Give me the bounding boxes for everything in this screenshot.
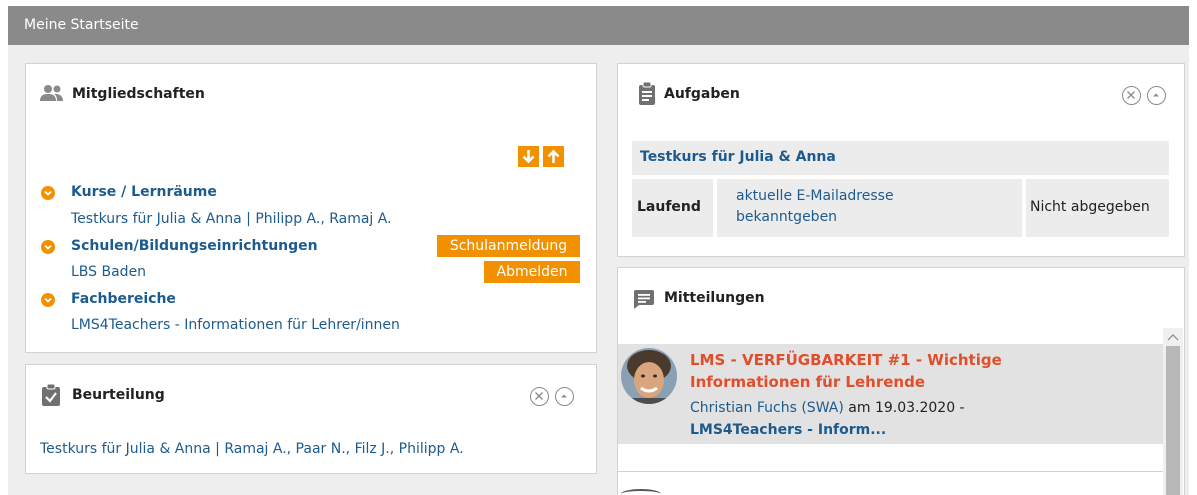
department-link[interactable]: LMS4Teachers - Informationen für Lehrer/… (71, 317, 400, 333)
message-item[interactable]: LMS - VERFÜGBARKEIT #1 - Wichtige Inform… (618, 344, 1163, 444)
task-course-link[interactable]: Testkurs für Julia & Anna (640, 149, 836, 165)
unsubscribe-button[interactable]: Abmelden (484, 261, 580, 283)
tasks-panel: Aufgaben Testkurs für Julia & Anna Laufe… (617, 63, 1185, 257)
scrollbar[interactable] (1163, 328, 1183, 495)
clipboard-list-icon (639, 82, 655, 105)
collapse-icon[interactable] (555, 387, 574, 406)
memberships-panel: Mitgliedschaften Kurse / Lernräume Testk… (25, 63, 597, 353)
arrow-up-icon (547, 149, 560, 163)
scrollbar-thumb[interactable] (1166, 346, 1180, 495)
close-icon[interactable] (530, 387, 549, 406)
divider (618, 471, 1163, 472)
messages-title: Mitteilungen (664, 290, 765, 306)
message-date-prefix: am (848, 400, 871, 416)
section-departments-title[interactable]: Fachbereiche (71, 291, 176, 307)
expand-icon[interactable] (41, 240, 55, 254)
section-courses-title[interactable]: Kurse / Lernräume (71, 184, 217, 200)
tasks-title: Aufgaben (664, 86, 740, 102)
collapse-icon[interactable] (1147, 86, 1166, 105)
close-icon[interactable] (1122, 86, 1141, 105)
move-up-button[interactable] (543, 146, 564, 167)
school-signup-button[interactable]: Schulanmeldung (437, 235, 580, 257)
expand-icon[interactable] (41, 186, 55, 200)
assessment-title: Beurteilung (72, 387, 165, 403)
task-submission-status: Nicht abgegeben (1030, 199, 1150, 215)
task-name-cell: aktuelle E-Mailadresse bekanntgeben (717, 179, 1022, 237)
page-header: Meine Startseite (8, 6, 1189, 45)
section-schools-title[interactable]: Schulen/Bildungseinrichtungen (71, 238, 318, 254)
message-course-link[interactable]: LMS4Teachers - Inform... (690, 420, 886, 441)
task-link[interactable]: aktuelle E-Mailadresse bekanntgeben (736, 186, 936, 228)
clipboard-check-icon (42, 384, 60, 406)
expand-icon[interactable] (41, 293, 55, 307)
task-submission-cell: Nicht abgegeben (1026, 179, 1169, 237)
arrow-down-icon (522, 150, 535, 164)
assessment-course-link[interactable]: Testkurs für Julia & Anna | Ramaj A., Pa… (40, 441, 464, 457)
message-meta: Christian Fuchs (SWA) am 19.03.2020 - (690, 398, 965, 419)
school-link[interactable]: LBS Baden (71, 264, 146, 280)
message-headline[interactable]: LMS - VERFÜGBARKEIT #1 - Wichtige Inform… (690, 349, 1085, 393)
move-down-button[interactable] (518, 146, 539, 167)
memberships-title: Mitgliedschaften (72, 86, 205, 102)
group-icon (40, 85, 63, 101)
assessment-panel: Beurteilung Testkurs für Julia & Anna | … (25, 364, 597, 474)
message-date: 19.03.2020 - (874, 400, 965, 416)
messages-panel: Mitteilungen LMS - VERFÜGBARKEIT #1 - Wi… (617, 267, 1185, 495)
course-link[interactable]: Testkurs für Julia & Anna | Philipp A., … (71, 211, 392, 227)
task-status-cell: Laufend (632, 179, 713, 237)
chat-icon (634, 290, 654, 309)
avatar (621, 348, 677, 404)
message-author-link[interactable]: Christian Fuchs (SWA) (690, 400, 844, 416)
next-message-avatar-edge (621, 489, 661, 495)
task-course-row: Testkurs für Julia & Anna (632, 141, 1169, 175)
page-title: Meine Startseite (24, 17, 139, 33)
task-status: Laufend (637, 199, 701, 215)
scroll-up-arrow-icon[interactable] (1167, 333, 1179, 341)
